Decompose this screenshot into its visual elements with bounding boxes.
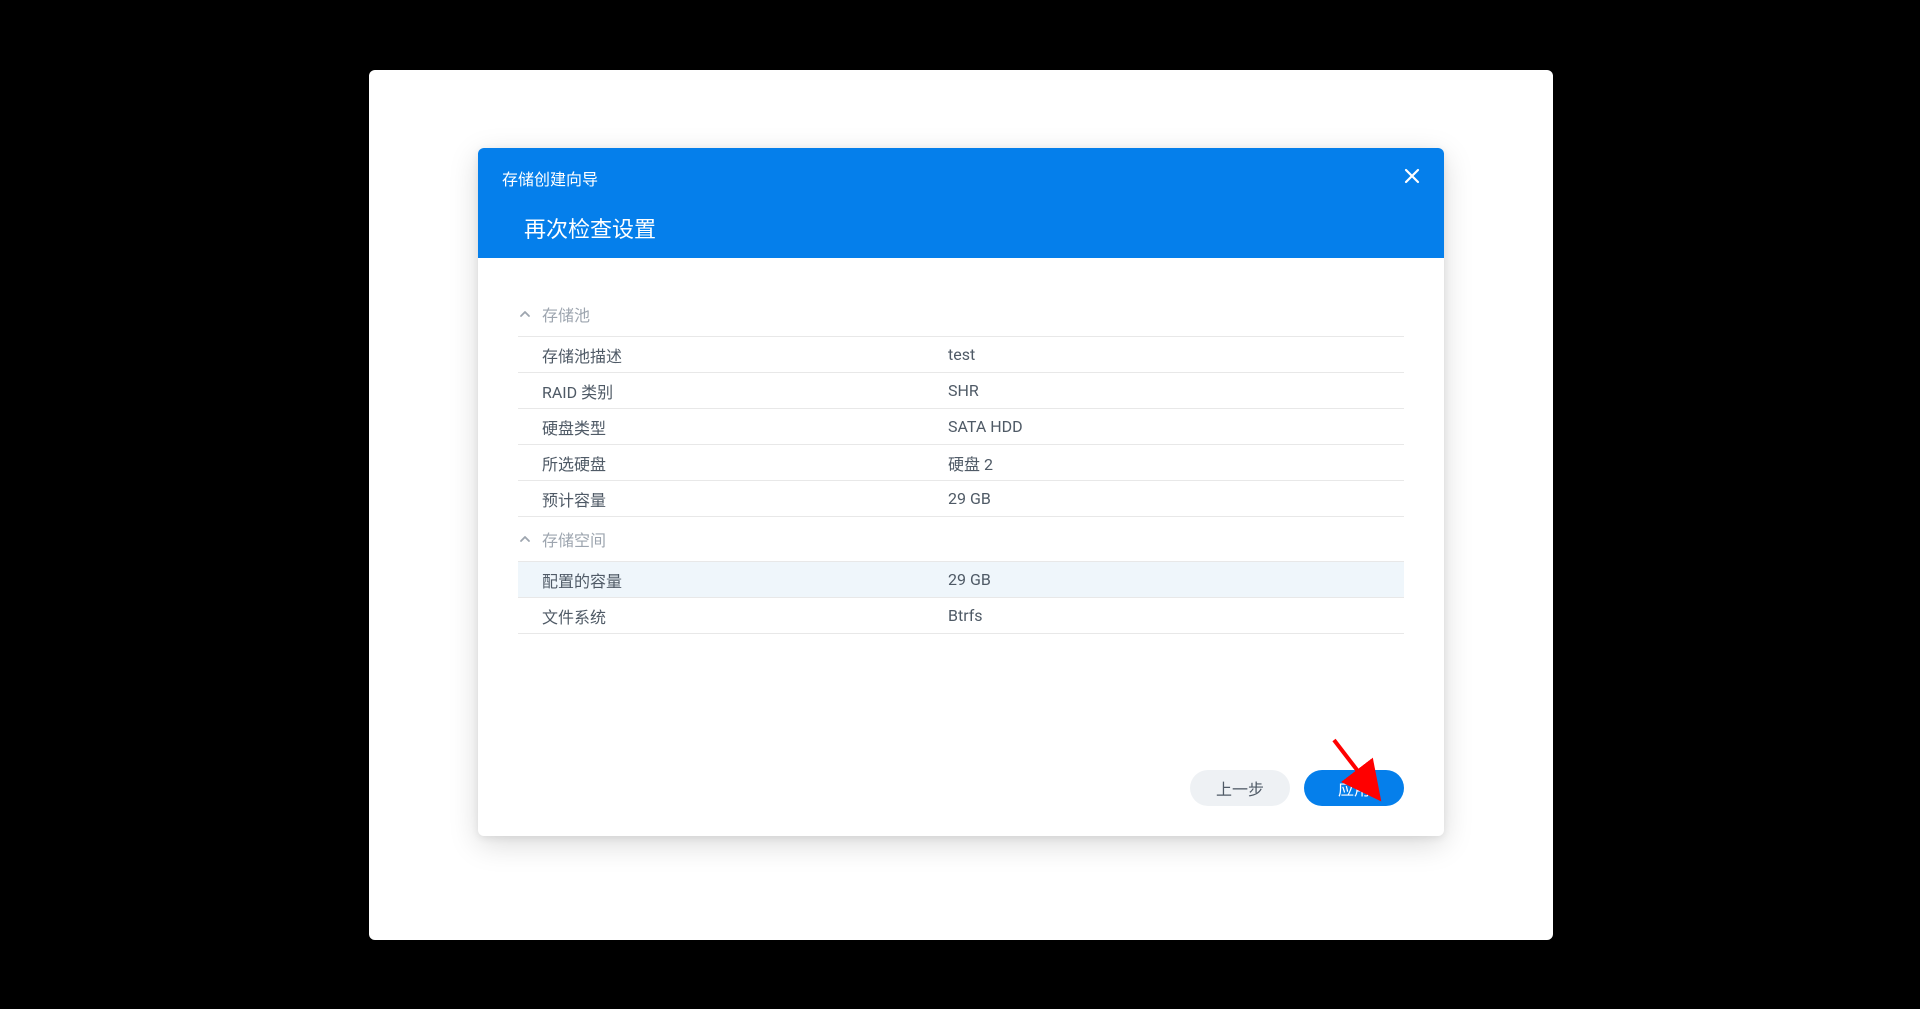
dialog-footer: 上一步 应用: [478, 746, 1444, 836]
row-label: 所选硬盘: [518, 451, 948, 475]
row-value: test: [948, 345, 1404, 364]
row-label: 硬盘类型: [518, 415, 948, 439]
row-label: 配置的容量: [518, 568, 948, 592]
row-raid-type: RAID 类别 SHR: [518, 373, 1404, 409]
section-title: 存储池: [542, 302, 590, 326]
row-label: 预计容量: [518, 487, 948, 511]
storage-wizard-dialog: 存储创建向导 再次检查设置 存储池 存储池描述 test RAID 类别 SHR…: [478, 148, 1444, 836]
row-label: 存储池描述: [518, 343, 948, 367]
dialog-body: 存储池 存储池描述 test RAID 类别 SHR 硬盘类型 SATA HDD…: [478, 258, 1444, 746]
apply-button[interactable]: 应用: [1304, 770, 1404, 806]
dialog-header: 存储创建向导 再次检查设置: [478, 148, 1444, 258]
close-icon: [1404, 168, 1420, 184]
row-filesystem: 文件系统 Btrfs: [518, 598, 1404, 634]
back-button[interactable]: 上一步: [1190, 770, 1290, 806]
row-value: 29 GB: [948, 570, 1404, 589]
row-value: 硬盘 2: [948, 451, 1404, 475]
section-header-pool[interactable]: 存储池: [518, 292, 1404, 337]
section-title: 存储空间: [542, 527, 606, 551]
row-est-capacity: 预计容量 29 GB: [518, 481, 1404, 517]
row-label: 文件系统: [518, 604, 948, 628]
row-selected-disk: 所选硬盘 硬盘 2: [518, 445, 1404, 481]
row-label: RAID 类别: [518, 379, 948, 403]
row-alloc-capacity: 配置的容量 29 GB: [518, 562, 1404, 598]
dialog-subtitle: 再次检查设置: [524, 212, 1420, 244]
chevron-up-icon: [518, 532, 532, 546]
row-value: Btrfs: [948, 606, 1404, 625]
dialog-title: 存储创建向导: [502, 166, 1420, 190]
chevron-up-icon: [518, 307, 532, 321]
row-pool-desc: 存储池描述 test: [518, 337, 1404, 373]
row-value: 29 GB: [948, 489, 1404, 508]
close-button[interactable]: [1400, 164, 1424, 188]
row-value: SHR: [948, 381, 1404, 400]
row-value: SATA HDD: [948, 417, 1404, 436]
row-disk-type: 硬盘类型 SATA HDD: [518, 409, 1404, 445]
section-header-volume[interactable]: 存储空间: [518, 517, 1404, 562]
